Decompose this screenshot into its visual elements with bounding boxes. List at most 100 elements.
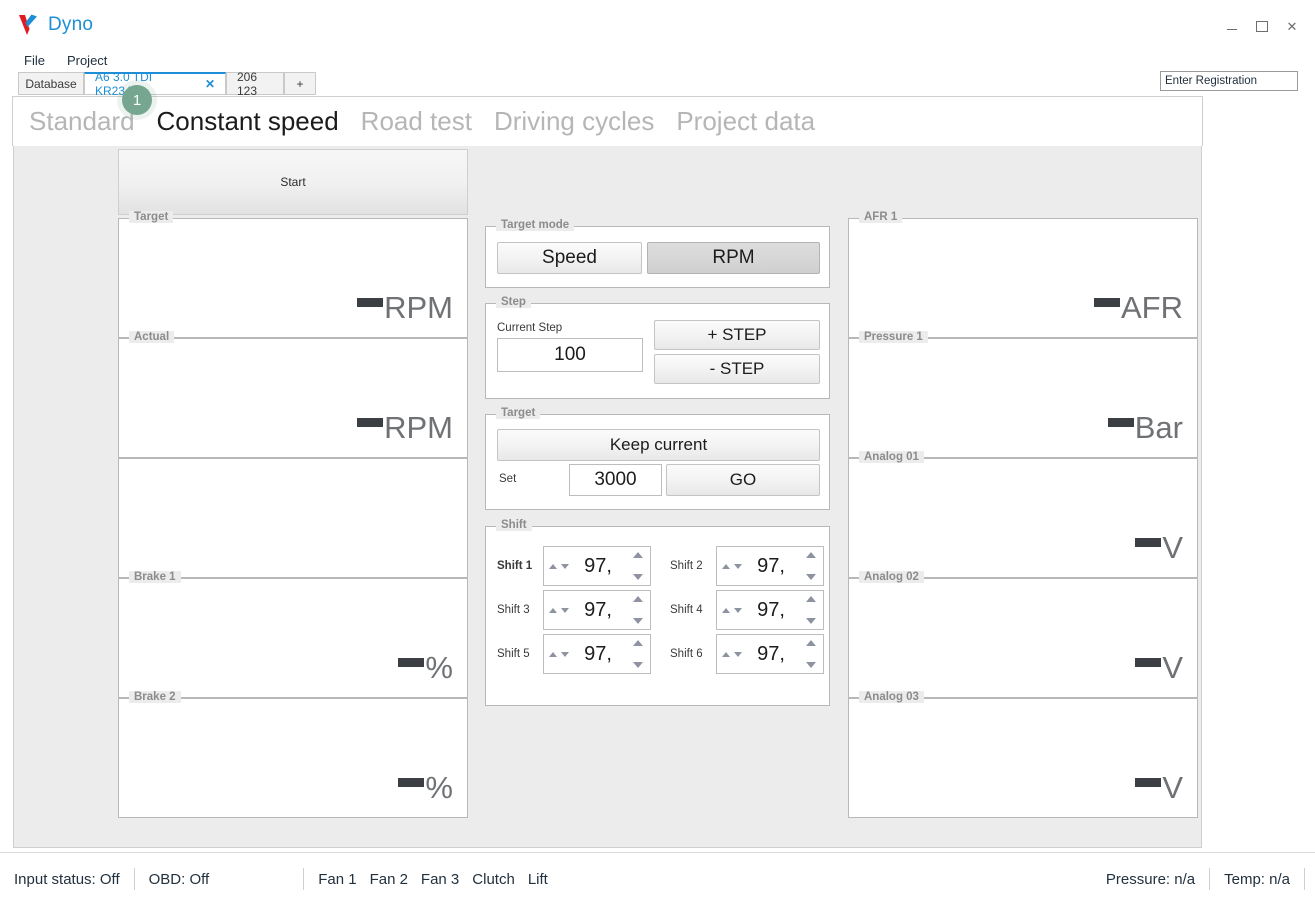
shift-spinner[interactable]: 97,	[543, 546, 651, 586]
toggle-fan-1[interactable]: Fan 1	[318, 871, 356, 888]
chevron-up-icon[interactable]	[722, 607, 730, 613]
chevron-up-icon[interactable]	[549, 563, 557, 569]
gauge-unit: RPM	[384, 409, 453, 445]
chevron-down-icon[interactable]	[633, 618, 643, 624]
keep-current-button[interactable]: Keep current	[497, 429, 820, 461]
gauge-readout: RPM	[357, 409, 453, 445]
chevron-down-icon[interactable]	[633, 574, 643, 580]
current-step-input[interactable]: 100	[497, 338, 643, 372]
chevron-down-icon[interactable]	[806, 618, 816, 624]
minimize-button[interactable]	[1217, 16, 1247, 36]
chevron-up-icon[interactable]	[722, 563, 730, 569]
chevron-up-icon[interactable]	[633, 640, 643, 646]
close-icon[interactable]: ✕	[205, 77, 215, 91]
set-value-input[interactable]: 3000	[569, 464, 662, 496]
spinner-horizontal-icons[interactable]	[722, 651, 742, 657]
gauge-readout: V	[1135, 651, 1183, 683]
shift-row-4: Shift 4 97,	[670, 590, 824, 630]
menu-item-file[interactable]: File	[24, 53, 45, 68]
spinner-horizontal-icons[interactable]	[549, 651, 569, 657]
spinner-horizontal-icons[interactable]	[549, 563, 569, 569]
chevron-up-icon[interactable]	[722, 651, 730, 657]
chevron-down-icon[interactable]	[806, 662, 816, 668]
value-placeholder-icon	[1135, 658, 1162, 667]
chevron-up-icon[interactable]	[806, 640, 816, 646]
chevron-up-icon[interactable]	[633, 596, 643, 602]
chevron-up-icon[interactable]	[806, 552, 816, 558]
spinner-horizontal-icons[interactable]	[549, 607, 569, 613]
group-legend: Pressure 1	[859, 331, 928, 343]
target-mode-rpm-button[interactable]: RPM	[647, 242, 820, 274]
spinner-horizontal-icons[interactable]	[722, 563, 742, 569]
shift-spinner[interactable]: 97,	[543, 634, 651, 674]
shift-spinner[interactable]: 97,	[716, 546, 824, 586]
chevron-up-icon[interactable]	[549, 651, 557, 657]
chevron-down-icon[interactable]	[734, 563, 742, 569]
doc-tab-a6[interactable]: A6 3.0 TDI KR23412 ✕	[84, 70, 226, 98]
nav-item-project-data[interactable]: Project data	[676, 106, 815, 137]
go-button[interactable]: GO	[666, 464, 820, 496]
toggle-fan-2[interactable]: Fan 2	[370, 871, 408, 888]
shift-value: 97,	[757, 598, 785, 621]
group-legend: Analog 02	[859, 571, 924, 583]
chevron-up-icon[interactable]	[549, 607, 557, 613]
chevron-down-icon[interactable]	[561, 607, 569, 613]
minus-step-button[interactable]: - STEP	[654, 354, 820, 384]
shift-value: 97,	[584, 554, 612, 577]
spinner-vertical-icons[interactable]	[633, 552, 643, 580]
chevron-down-icon[interactable]	[734, 651, 742, 657]
gauge-readout: V	[1135, 529, 1183, 565]
shift-spinner[interactable]: 97,	[716, 634, 824, 674]
spinner-vertical-icons[interactable]	[806, 596, 816, 624]
group-legend: Target mode	[496, 219, 575, 231]
nav-item-standard[interactable]: Standard	[29, 106, 135, 137]
gauge-unit: V	[1162, 529, 1183, 565]
chevron-down-icon[interactable]	[806, 574, 816, 580]
gauge-actual: Actual RPM	[118, 331, 468, 458]
group-step: Step Current Step 100 + STEP - STEP	[485, 296, 830, 399]
toggle-lift[interactable]: Lift	[528, 871, 548, 888]
nav-item-constant-speed[interactable]: Constant speed	[157, 106, 339, 137]
spinner-vertical-icons[interactable]	[633, 596, 643, 624]
spinner-vertical-icons[interactable]	[633, 640, 643, 668]
value-placeholder-icon	[398, 778, 425, 787]
doc-tab-add[interactable]: +	[284, 72, 316, 95]
plus-step-button[interactable]: + STEP	[654, 320, 820, 350]
window-controls: ✕	[1217, 16, 1307, 36]
toggle-fan-3[interactable]: Fan 3	[421, 871, 459, 888]
toggle-clutch[interactable]: Clutch	[472, 871, 515, 888]
chevron-up-icon[interactable]	[633, 552, 643, 558]
value-placeholder-icon	[398, 658, 425, 667]
gauge-unit: %	[425, 649, 453, 685]
chevron-down-icon[interactable]	[633, 662, 643, 668]
doc-tab-206[interactable]: 206 123	[226, 69, 284, 98]
close-button[interactable]: ✕	[1277, 16, 1307, 36]
doc-tab-database[interactable]: Database	[18, 72, 84, 95]
shift-row-2: Shift 2 97,	[670, 546, 824, 586]
app-title: Dyno	[48, 14, 94, 35]
chevron-down-icon[interactable]	[734, 607, 742, 613]
registration-input[interactable]	[1160, 71, 1298, 91]
nav-item-driving-cycles[interactable]: Driving cycles	[494, 106, 654, 137]
maximize-button[interactable]	[1247, 16, 1277, 36]
shift-spinner[interactable]: 97,	[543, 590, 651, 630]
nav-item-road-test[interactable]: Road test	[361, 106, 472, 137]
start-button[interactable]: Start	[118, 149, 468, 215]
target-mode-speed-button[interactable]: Speed	[497, 242, 642, 274]
shift-spinner[interactable]: 97,	[716, 590, 824, 630]
status-temp: Temp: n/a	[1224, 870, 1290, 888]
group-target-set: Target Keep current Set 3000 GO	[485, 407, 830, 510]
spinner-horizontal-icons[interactable]	[722, 607, 742, 613]
value-placeholder-icon	[1135, 778, 1162, 787]
chevron-down-icon[interactable]	[561, 651, 569, 657]
gauge-unit: Bar	[1134, 409, 1183, 445]
chevron-down-icon[interactable]	[561, 563, 569, 569]
spinner-vertical-icons[interactable]	[806, 640, 816, 668]
shift-value: 97,	[757, 642, 785, 665]
shift-value: 97,	[584, 598, 612, 621]
current-step-label: Current Step	[497, 322, 563, 334]
chevron-up-icon[interactable]	[806, 596, 816, 602]
menu-item-project[interactable]: Project	[67, 53, 107, 68]
doc-tab-label: 206 123	[237, 69, 258, 98]
spinner-vertical-icons[interactable]	[806, 552, 816, 580]
